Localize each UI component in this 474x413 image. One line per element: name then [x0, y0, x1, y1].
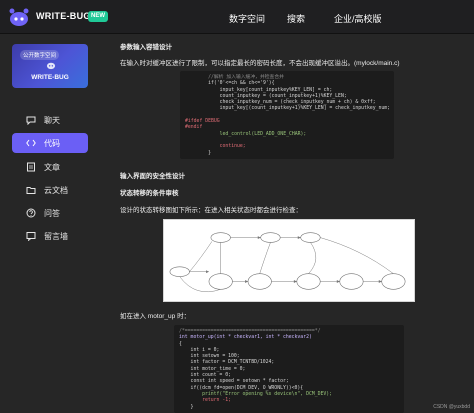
sidebar-item-chat[interactable]: 聊天: [12, 110, 88, 130]
sidebar-item-cloud-docs[interactable]: 云文档: [12, 180, 88, 200]
sidebar-item-code[interactable]: 代码: [12, 133, 88, 153]
banner-subtitle: 公开数字空间: [20, 50, 60, 60]
diagram-state-node: [296, 273, 321, 290]
sidebar-item-label: 代码: [44, 138, 60, 148]
code-line: input_key[(count_inputkey+1)%KEY_LEN] = …: [185, 106, 391, 112]
diagram-state-node: [169, 266, 190, 277]
section-heading-input-ui-security: 输入界面的安全性设计: [120, 173, 185, 180]
code-line: }: [179, 404, 194, 410]
sidebar-item-label: 文章: [44, 162, 60, 172]
left-sidebar: 公开数字空间 WRITE-BUG 聊天 代码 文章 云文档 问答 留言墙: [0, 34, 108, 413]
diagram-state-node: [210, 232, 231, 243]
paragraph-buffer-limit: 在输入时对缓冲区进行了限制，可以指定最长的密码长度，不会出现缓冲区溢出。(myl…: [120, 60, 400, 67]
diagram-state-node: [247, 273, 272, 290]
document-icon: [26, 162, 36, 172]
article-content: 参数输入容错设计 在输入时对缓冲区进行了限制，可以指定最长的密码长度，不会出现缓…: [108, 34, 474, 413]
folder-icon: [26, 185, 36, 195]
sidebar-item-label: 问答: [44, 208, 60, 218]
code-icon: [26, 138, 36, 148]
diagram-state-node: [300, 232, 321, 243]
state-transition-diagram-image: [163, 219, 415, 302]
code-block-input-handling[interactable]: //解析 加入输入缓冲，并检查合并 if('0'<=ch && ch<='9')…: [180, 71, 394, 159]
public-space-banner[interactable]: 公开数字空间 WRITE-BUG: [12, 44, 88, 88]
nav-digital-space[interactable]: 数字空间: [229, 12, 265, 25]
sidebar-item-label: 云文档: [44, 185, 68, 195]
diagram-state-node: [381, 273, 406, 290]
paragraph-motor-up-intro: 如在进入 motor_up 时：: [120, 313, 191, 320]
chat-icon: [26, 115, 36, 125]
section-heading-input-fault-tolerance: 参数输入容错设计: [120, 44, 172, 51]
brand-name[interactable]: WRITE-BUG: [36, 11, 91, 21]
sidebar-item-label: 留言墙: [44, 231, 68, 241]
subheading-state-transition-checks: 状态转移的条件审核: [120, 190, 179, 197]
diagram-state-node: [339, 273, 364, 290]
message-board-icon: [26, 231, 36, 241]
top-navigation-bar: WRITE-BUG NEW 数字空间 搜索 企业/高校版: [0, 0, 474, 34]
diagram-state-node: [208, 273, 233, 290]
sidebar-item-qa[interactable]: 问答: [12, 203, 88, 223]
code-line: }: [185, 150, 211, 156]
sidebar-item-articles[interactable]: 文章: [12, 157, 88, 177]
question-icon: [26, 208, 36, 218]
nav-enterprise-university[interactable]: 企业/高校版: [334, 12, 382, 25]
nav-search[interactable]: 搜索: [287, 12, 305, 25]
code-block-motor-up[interactable]: /*======================================…: [174, 325, 404, 413]
paragraph-state-diagram-intro: 设计的状态转移图如下所示：在进入相关状态时都会进行检查：: [120, 207, 302, 214]
csdn-watermark: CSDN @yuxbdd: [433, 404, 470, 410]
banner-brand: WRITE-BUG: [31, 74, 69, 81]
sidebar-item-message-board[interactable]: 留言墙: [12, 226, 88, 246]
diagram-state-node: [260, 232, 281, 243]
new-badge: NEW: [88, 11, 108, 22]
sidebar-item-label: 聊天: [44, 115, 60, 125]
banner-logo-icon: [46, 62, 56, 70]
write-bug-logo-icon[interactable]: [8, 7, 30, 27]
